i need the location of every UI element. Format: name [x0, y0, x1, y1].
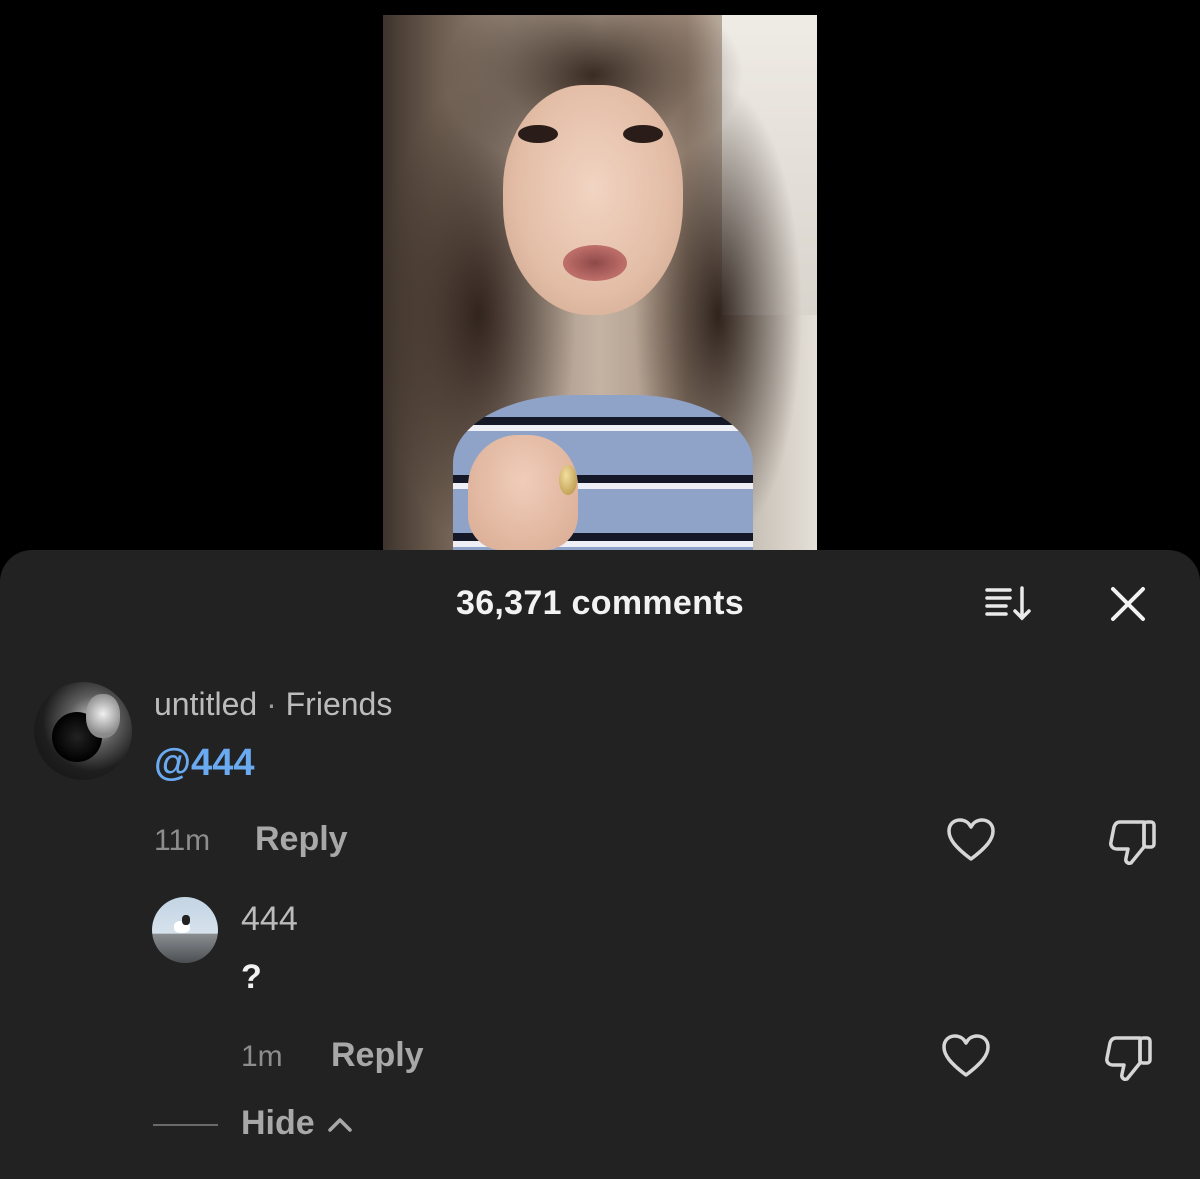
heart-icon[interactable]	[945, 816, 997, 864]
avatar-photo-face	[86, 694, 120, 738]
dislike-icon[interactable]	[1104, 1032, 1156, 1082]
video-hand	[468, 435, 578, 550]
video-pendant	[559, 465, 577, 495]
reply-button[interactable]: Reply	[331, 1036, 424, 1075]
separator-dot: ·	[266, 686, 277, 722]
chevron-up-icon[interactable]	[326, 1115, 354, 1135]
divider	[153, 1124, 218, 1126]
video-eye-left	[518, 125, 558, 143]
video-mouth	[563, 245, 627, 281]
comment-timestamp: 11m	[154, 824, 211, 857]
avatar[interactable]	[34, 682, 132, 780]
heart-icon[interactable]	[940, 1032, 992, 1080]
dislike-icon[interactable]	[1108, 816, 1160, 866]
reply-text: ?	[241, 958, 262, 996]
video-player[interactable]	[383, 15, 817, 550]
avatar[interactable]	[152, 897, 218, 963]
comments-sheet: 36,371 comments untitled · Friends @444 …	[0, 550, 1200, 1179]
friend-badge: Friends	[285, 686, 393, 722]
video-eye-right	[623, 125, 663, 143]
comment-text-mention[interactable]: @444	[154, 742, 254, 785]
reply-timestamp: 1m	[241, 1040, 283, 1073]
reply-username[interactable]: 444	[241, 900, 298, 939]
comment-author-row: untitled · Friends	[154, 686, 392, 723]
close-icon[interactable]	[1108, 584, 1148, 624]
reply-button[interactable]: Reply	[255, 820, 348, 859]
avatar-photo-detail	[182, 915, 190, 925]
comment-username[interactable]: untitled	[154, 686, 257, 722]
hide-replies-button[interactable]: Hide	[241, 1104, 315, 1143]
sort-icon[interactable]	[984, 584, 1034, 624]
